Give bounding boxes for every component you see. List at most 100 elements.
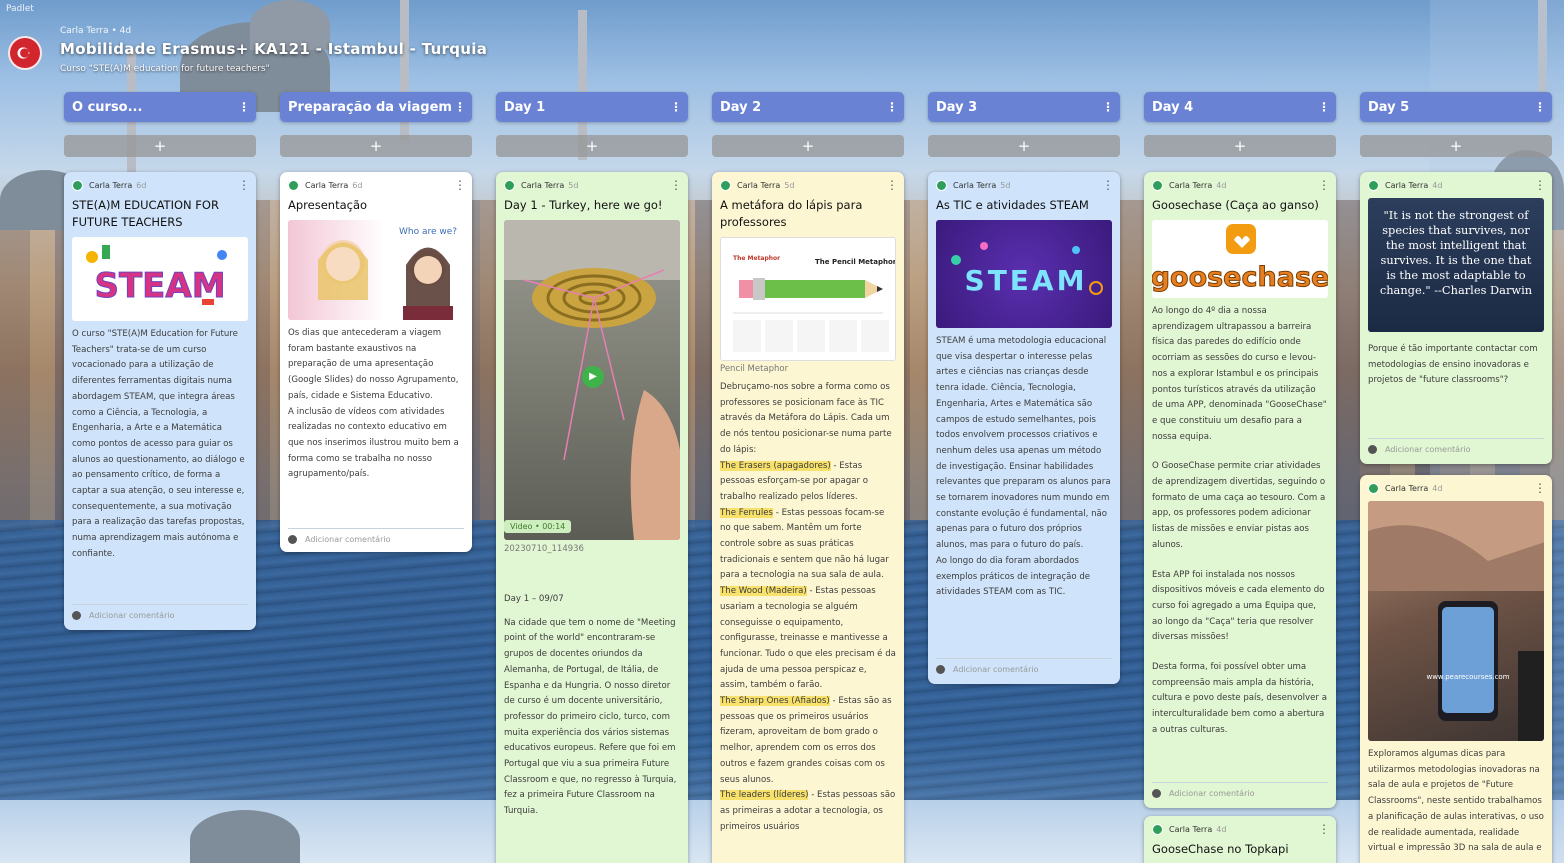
add-post-button[interactable]: + [64,135,256,157]
column-title: Day 2 [720,99,762,115]
post-menu-icon[interactable]: ⋮ [670,178,682,192]
column-menu-icon[interactable]: ⋮ [1318,100,1330,114]
post-image[interactable]: "It is not the strongest of species that… [1368,198,1544,332]
play-icon[interactable]: ▶ [582,366,604,388]
post-body: STEAM é uma metodologia educacional que … [936,336,1111,598]
add-post-button[interactable]: + [496,135,688,157]
post-author: Carla Terra [737,180,781,190]
post-menu-icon[interactable]: ⋮ [1534,178,1546,192]
post-body-1: Ao longo do 4º dia a nossa aprendizagem … [1152,306,1327,442]
post-header: Carla Terra 4d ⋮ [1368,481,1546,495]
post-image[interactable]: STEAM [72,237,248,321]
post-menu-icon[interactable]: ⋮ [1102,178,1114,192]
post-card[interactable]: Carla Terra 5d ⋮ Day 1 - Turkey, here we… [496,172,688,863]
post-author: Carla Terra [1169,180,1213,190]
post-card[interactable]: Carla Terra 4d ⋮ Goosechase (Caça ao gan… [1144,172,1336,808]
add-comment-button[interactable]: Adicionar comentário [1152,782,1328,798]
post-author: Carla Terra [953,180,997,190]
post-menu-icon[interactable]: ⋮ [1534,481,1546,495]
post-intro: Debruçamo-nos sobre a forma como os prof… [720,382,892,455]
phone-url-text: www.pearecourses.com [1426,673,1509,681]
column-menu-icon[interactable]: ⋮ [1102,100,1114,114]
avatar [720,179,731,191]
post-body-2: O GooseChase permite criar atividades de… [1152,461,1326,550]
term-leaders: The leaders (líderes) [720,790,809,801]
post-image[interactable]: goosechase [1152,220,1328,298]
avatar [936,179,947,191]
post-age: 4d [1432,180,1443,190]
post-age: 4d [1216,180,1227,190]
column-header[interactable]: O curso... ⋮ [64,92,256,122]
column-header[interactable]: Day 4 ⋮ [1144,92,1336,122]
avatar [72,611,81,620]
add-comment-button[interactable]: Adicionar comentário [72,604,248,620]
column-title: Day 4 [1152,99,1194,115]
steam-neon-text: STEAM [965,264,1088,297]
column-menu-icon[interactable]: ⋮ [886,100,898,114]
post-card[interactable]: Carla Terra 4d ⋮ "It is not the stronges… [1360,172,1552,464]
add-post-button[interactable]: + [712,135,904,157]
add-comment-button[interactable]: Adicionar comentário [936,658,1112,674]
column-menu-icon[interactable]: ⋮ [238,100,250,114]
post-title: Day 1 - Turkey, here we go! [504,198,663,212]
post-video[interactable]: ▶ [504,220,680,540]
column-header[interactable]: Day 1 ⋮ [496,92,688,122]
post-body: Na cidade que tem o nome de "Meeting poi… [504,617,677,817]
post-image[interactable]: STEAM [936,220,1112,328]
add-post-button[interactable]: + [280,135,472,157]
post-card[interactable]: Carla Terra 5d ⋮ A metáfora do lápis par… [712,172,904,863]
add-post-button[interactable]: + [928,135,1120,157]
steam-logo-text: STEAM [94,266,225,306]
add-comment-label: Adicionar comentário [1169,789,1255,798]
goosechase-logo-text: goosechase [1152,262,1328,293]
post-card[interactable]: Carla Terra 6d ⋮ STE(A)M EDUCATION FOR F… [64,172,256,630]
term-text: - Estas são as pessoas que os primeiros … [720,696,892,785]
post-header: Carla Terra 4d ⋮ [1152,178,1330,192]
term-ferrules: The Ferrules [720,507,773,518]
who-are-we-text: Who are we? [399,227,457,237]
add-comment-label: Adicionar comentário [953,665,1039,674]
add-comment-button[interactable]: Adicionar comentário [288,528,464,544]
post-menu-icon[interactable]: ⋮ [1318,178,1330,192]
post-card[interactable]: Carla Terra 6d ⋮ Apresentação Who are we… [280,172,472,552]
avatar [288,179,299,191]
post-card[interactable]: Carla Terra 4d ⋮ GooseChase no Topkapi [1144,816,1336,863]
darwin-quote-text: "It is not the strongest of species that… [1379,208,1533,297]
post-header: Carla Terra 6d ⋮ [72,178,250,192]
post-card[interactable]: Carla Terra 5d ⋮ As TIC e atividades STE… [928,172,1120,684]
column-header[interactable]: Day 2 ⋮ [712,92,904,122]
column-menu-icon[interactable]: ⋮ [454,100,466,114]
column-header[interactable]: Day 5 ⋮ [1360,92,1552,122]
add-post-button[interactable]: + [1144,135,1336,157]
column-header[interactable]: Day 3 ⋮ [928,92,1120,122]
add-comment-button[interactable]: Adicionar comentário [1368,438,1544,454]
add-post-button[interactable]: + [1360,135,1552,157]
post-menu-icon[interactable]: ⋮ [1318,822,1330,836]
avatar [1368,482,1379,494]
term-wood: The Wood (Madeira) [720,586,807,597]
padlet-brand[interactable]: Padlet [6,4,34,14]
column-menu-icon[interactable]: ⋮ [1534,100,1546,114]
post-author: Carla Terra [1385,483,1429,493]
post-image[interactable]: The Metaphor The Pencil Metaphor [720,237,896,361]
column-header[interactable]: Preparação da viagem ⋮ [280,92,472,122]
post-menu-icon[interactable]: ⋮ [238,178,250,192]
board-title: Mobilidade Erasmus+ KA121 - Istambul - T… [60,40,488,58]
post-menu-icon[interactable]: ⋮ [454,178,466,192]
post-image[interactable]: www.pearecourses.com [1368,501,1544,741]
post-author: Carla Terra [89,180,133,190]
post-title: GooseChase no Topkapi [1152,842,1289,856]
term-text: - Estas pessoas usariam a tecnologia se … [720,586,896,691]
post-body-3: Esta APP foi instalada nos nossos dispos… [1152,569,1325,643]
column-day-1: Day 1 ⋮ + [496,92,688,157]
post-title: STE(A)M EDUCATION FOR FUTURE TEACHERS [72,198,219,229]
avatar [1368,179,1379,191]
term-text: - Estas pessoas focam-se no que sabem. M… [720,507,889,581]
post-image[interactable]: Who are we? [288,220,464,320]
column-menu-icon[interactable]: ⋮ [670,100,682,114]
turkey-flag-icon [8,36,42,70]
column-title: Day 5 [1368,99,1410,115]
post-card[interactable]: Carla Terra 4d ⋮ www.pearecourses.com Ex… [1360,475,1552,863]
metaphor-heading: The Metaphor [733,255,780,262]
post-menu-icon[interactable]: ⋮ [886,178,898,192]
